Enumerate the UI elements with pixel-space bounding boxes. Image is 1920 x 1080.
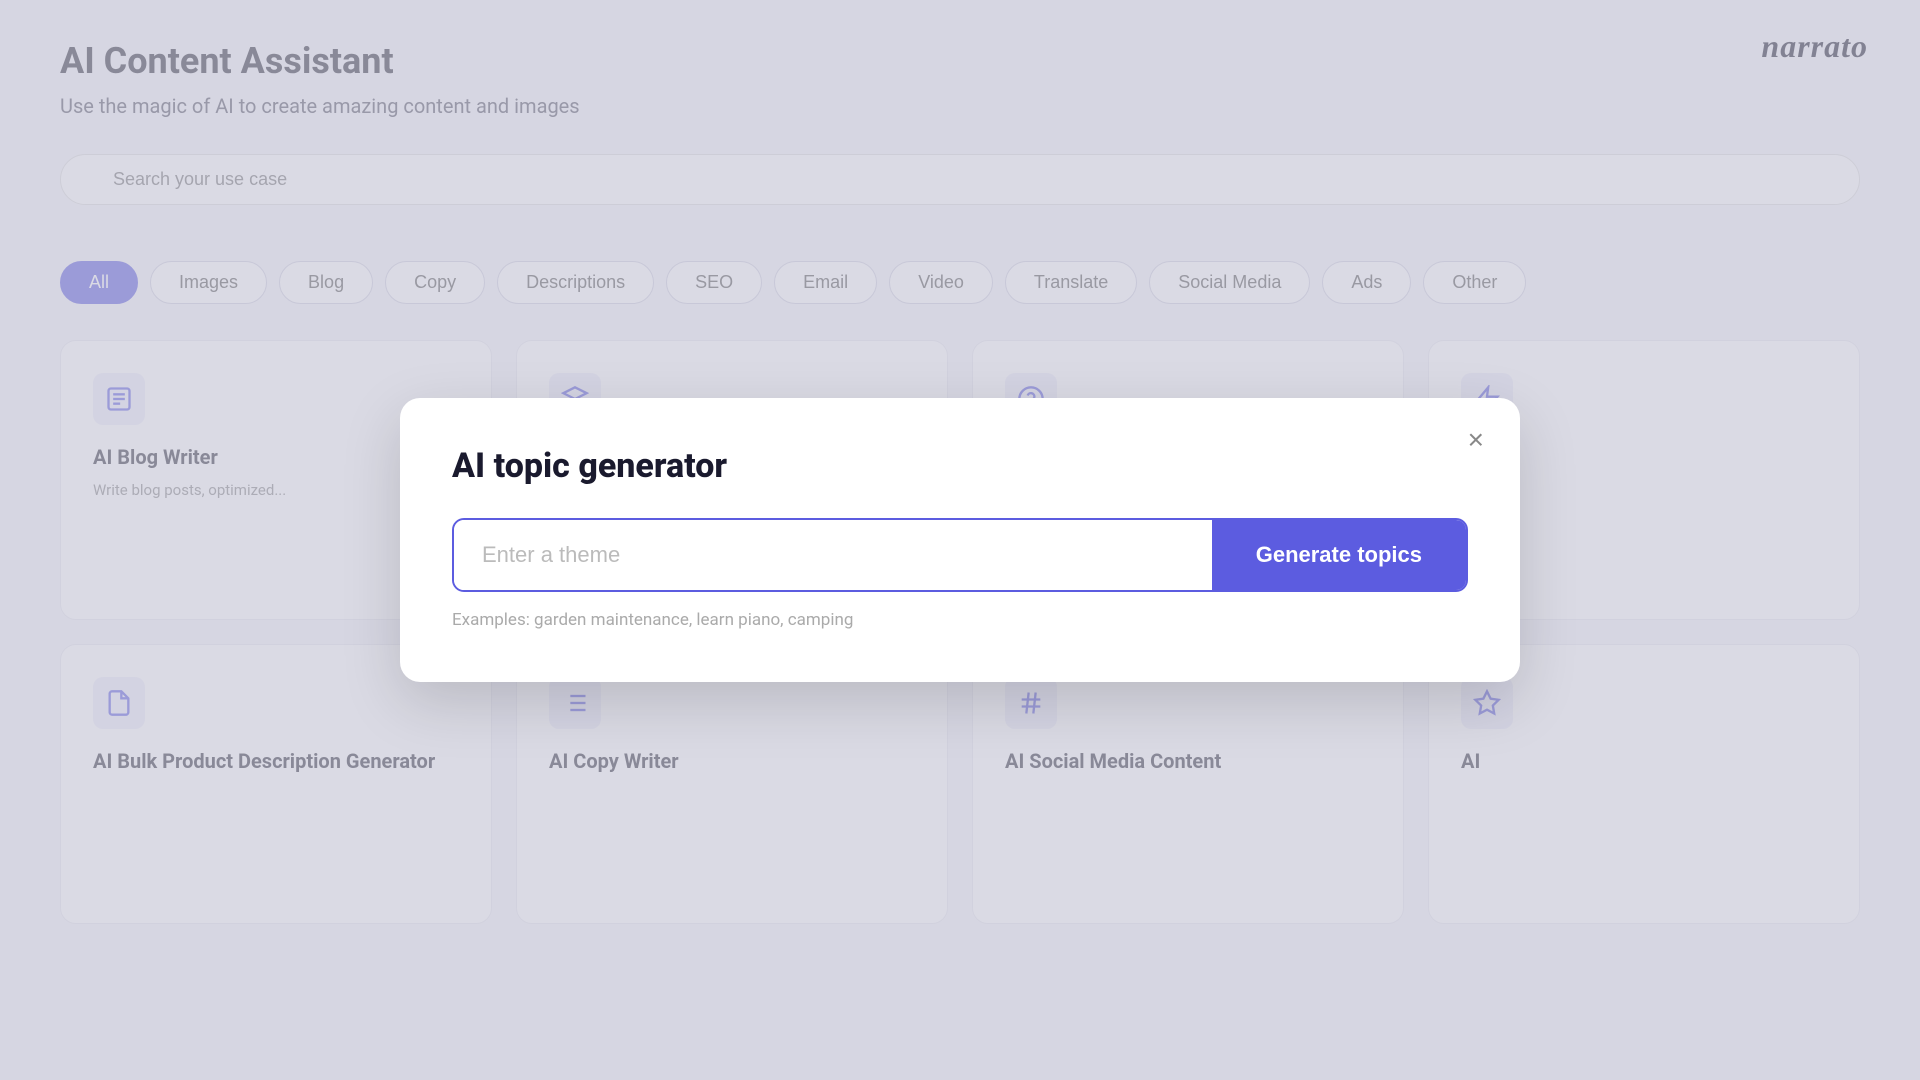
modal-title: AI topic generator bbox=[452, 446, 1468, 486]
modal: × AI topic generator Generate topics Exa… bbox=[400, 398, 1520, 682]
modal-examples: Examples: garden maintenance, learn pian… bbox=[452, 610, 1468, 630]
modal-close-button[interactable]: × bbox=[1468, 426, 1484, 454]
generate-topics-button[interactable]: Generate topics bbox=[1212, 520, 1466, 590]
theme-input[interactable] bbox=[454, 520, 1212, 590]
modal-overlay[interactable]: × AI topic generator Generate topics Exa… bbox=[0, 0, 1920, 1080]
modal-input-row: Generate topics bbox=[452, 518, 1468, 592]
